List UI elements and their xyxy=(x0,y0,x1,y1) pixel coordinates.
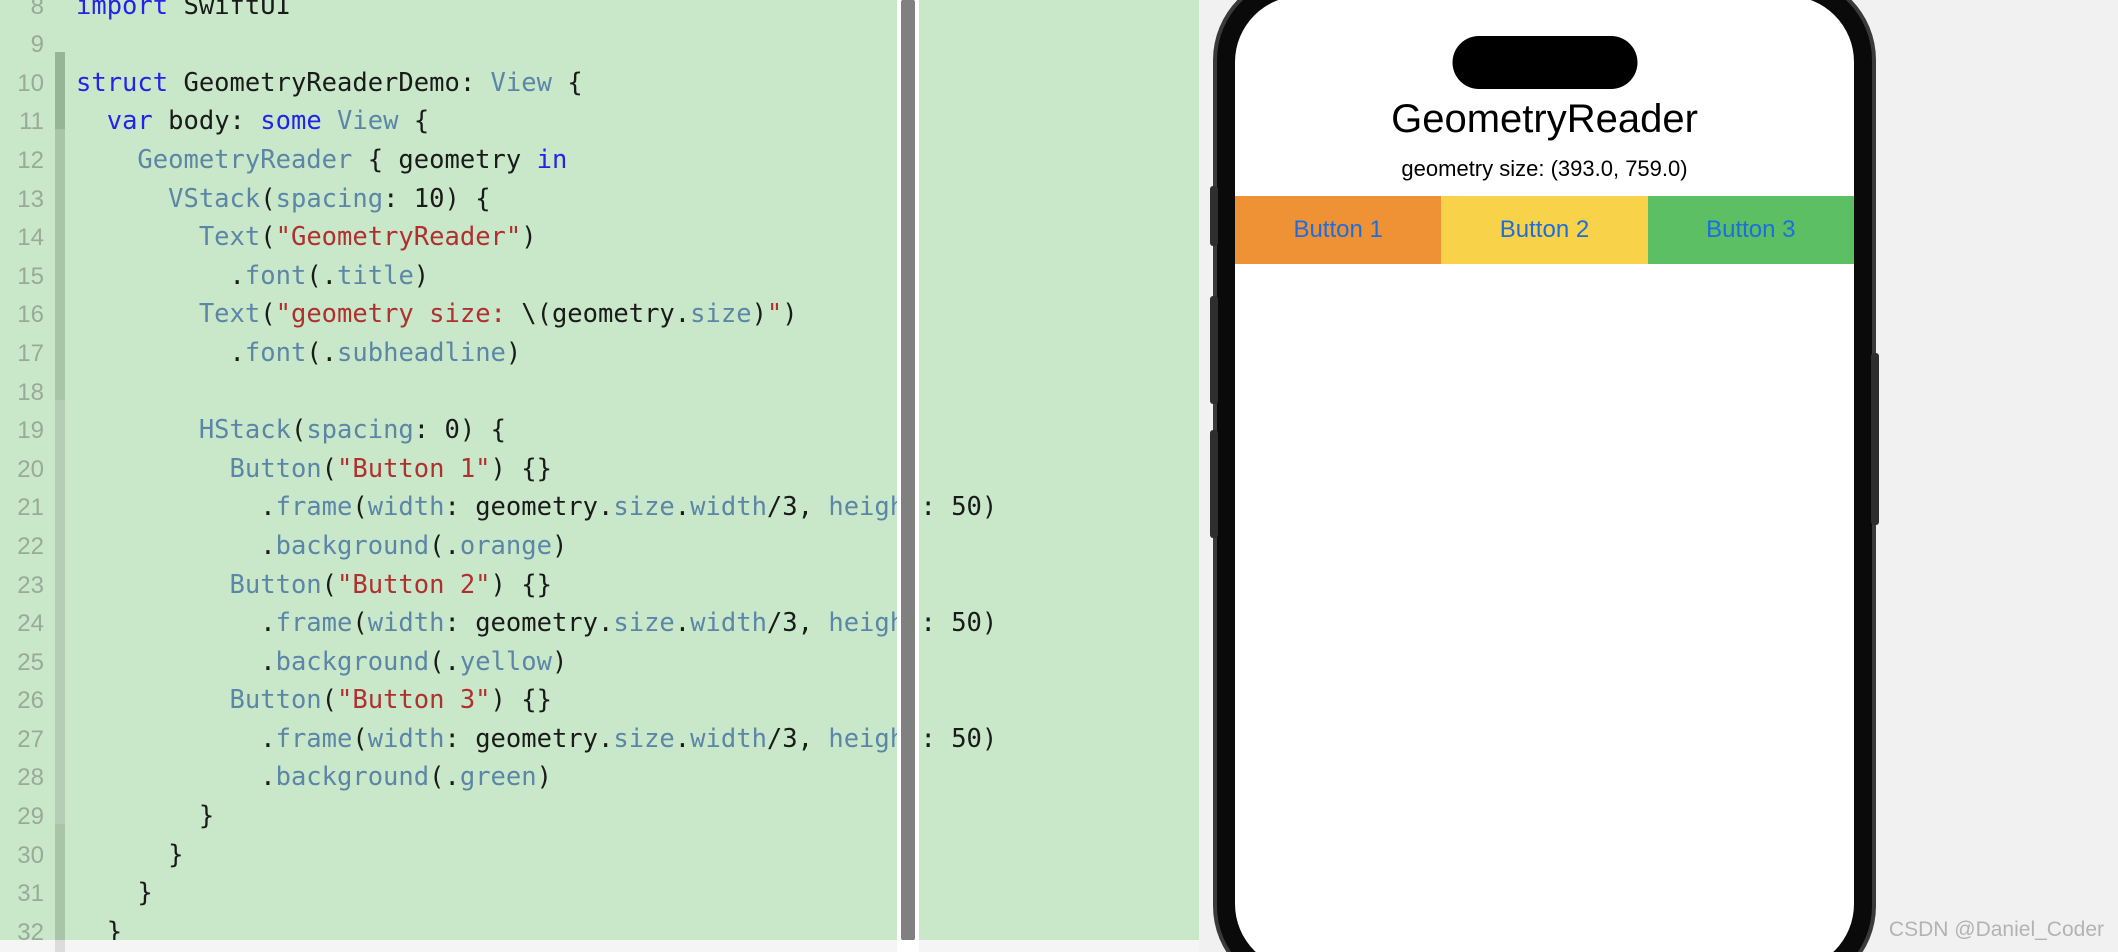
code-fold-indicator[interactable] xyxy=(52,901,68,940)
app-content: GeometryReader geometry size: (393.0, 75… xyxy=(1235,78,1854,264)
preview-button-3[interactable]: Button 3 xyxy=(1647,196,1854,264)
code-line[interactable]: 15 .font(.title) xyxy=(0,245,1199,291)
code-fold-indicator[interactable] xyxy=(52,708,68,747)
code-fold-indicator[interactable] xyxy=(52,862,68,902)
code-line[interactable]: 33} xyxy=(0,939,1199,952)
code-fold-indicator[interactable] xyxy=(52,785,68,824)
code-line[interactable]: 21 .frame(width: geometry.size.width/3, … xyxy=(0,476,1199,522)
code-line[interactable]: 22 .background(.orange) xyxy=(0,515,1199,561)
code-line[interactable]: 28 .background(.green) xyxy=(0,746,1199,792)
volume-up-button[interactable] xyxy=(1210,296,1218,404)
code-fold-indicator[interactable] xyxy=(52,206,68,246)
code-line[interactable]: 19 HStack(spacing: 0) { xyxy=(0,399,1199,445)
volume-down-button[interactable] xyxy=(1210,430,1218,538)
code-fold-indicator[interactable] xyxy=(52,129,68,168)
preview-button-2[interactable]: Button 2 xyxy=(1441,196,1648,264)
code-lines[interactable]: 8 import SwiftUI 9 10 struct GeometryReaderD… xyxy=(0,0,1199,952)
code-fold-indicator[interactable] xyxy=(52,592,68,632)
code-fold-indicator[interactable] xyxy=(52,52,68,91)
device-screen[interactable]: GeometryReader geometry size: (393.0, 75… xyxy=(1235,0,1854,952)
dynamic-island xyxy=(1452,36,1637,89)
preview-canvas[interactable]: GeometryReader geometry size: (393.0, 75… xyxy=(1199,0,2118,952)
button-row: Button 1 Button 2 Button 3 xyxy=(1235,196,1854,264)
code-fold-indicator[interactable] xyxy=(52,515,68,554)
code-fold-indicator[interactable] xyxy=(52,167,68,207)
code-line[interactable]: 10 struct GeometryReaderDemo: View { xyxy=(0,52,1199,98)
code-fold-indicator[interactable] xyxy=(52,322,68,361)
code-line[interactable]: 16 Text("geometry size: \(geometry.size)… xyxy=(0,283,1199,329)
code-line[interactable]: 23 Button("Button 2") {} xyxy=(0,553,1199,600)
code-fold-indicator[interactable] xyxy=(52,245,68,284)
watermark: CSDN @Daniel_Coder xyxy=(1888,918,2104,941)
code-line[interactable]: 29 } xyxy=(0,785,1199,831)
code-line[interactable]: 18 xyxy=(0,360,1199,406)
code-fold-indicator[interactable] xyxy=(52,476,68,516)
code-fold-indicator[interactable] xyxy=(52,14,68,53)
code-surface[interactable]: 8 import SwiftUI 9 10 struct GeometryReaderD… xyxy=(0,0,1199,952)
code-line[interactable]: 24 .frame(width: geometry.size.width/3, … xyxy=(0,592,1199,638)
scrollbar-thumb[interactable] xyxy=(901,0,915,940)
code-fold-indicator[interactable] xyxy=(52,631,68,670)
code-editor-pane[interactable]: 8 import SwiftUI 9 10 struct GeometryReaderD… xyxy=(0,0,1199,952)
code-line[interactable]: 17 .font(.subheadline) xyxy=(0,322,1199,368)
iphone-device-frame: GeometryReader geometry size: (393.0, 75… xyxy=(1210,0,1879,952)
power-button[interactable] xyxy=(1871,353,1879,525)
action-button[interactable] xyxy=(1210,186,1218,246)
code-fold-indicator[interactable] xyxy=(52,438,68,477)
code-fold-indicator[interactable] xyxy=(52,90,68,130)
code-line[interactable]: 11 var body: some View { xyxy=(0,90,1199,136)
code-line[interactable]: 27 .frame(width: geometry.size.width/3, … xyxy=(0,708,1199,754)
code-fold-indicator[interactable] xyxy=(52,0,68,14)
code-line[interactable]: 13 VStack(spacing: 10) { xyxy=(0,167,1199,214)
code-fold-indicator[interactable] xyxy=(52,360,68,400)
code-line[interactable]: 8 import SwiftUI xyxy=(0,0,1199,21)
code-fold-indicator[interactable] xyxy=(52,399,68,439)
code-line[interactable]: 26 Button("Button 3") {} xyxy=(0,669,1199,715)
code-fold-indicator[interactable] xyxy=(52,283,68,323)
code-line[interactable]: 32 } xyxy=(0,901,1199,947)
code-fold-indicator[interactable] xyxy=(52,939,68,952)
code-line[interactable]: 14 Text("GeometryReader") xyxy=(0,206,1199,252)
code-line[interactable]: 30 } xyxy=(0,824,1199,870)
preview-button-1[interactable]: Button 1 xyxy=(1235,196,1442,264)
code-fold-indicator[interactable] xyxy=(52,824,68,863)
code-line[interactable]: 31 } xyxy=(0,862,1199,908)
code-fold-indicator[interactable] xyxy=(52,669,68,709)
app-root: 8 import SwiftUI 9 10 struct GeometryReaderD… xyxy=(0,0,2118,952)
code-line[interactable]: 9 xyxy=(0,14,1199,58)
code-fold-indicator[interactable] xyxy=(52,746,68,786)
code-line[interactable]: 25 .background(.yellow) xyxy=(0,631,1199,677)
app-title: GeometryReader xyxy=(1391,97,1698,141)
code-line[interactable]: 20 Button("Button 1") {} xyxy=(0,438,1199,484)
code-fold-indicator[interactable] xyxy=(52,553,68,593)
code-line[interactable]: 12 GeometryReader { geometry in xyxy=(0,129,1199,175)
scrollbar-track[interactable] xyxy=(897,0,919,952)
geometry-size-label: geometry size: (393.0, 759.0) xyxy=(1401,156,1688,181)
